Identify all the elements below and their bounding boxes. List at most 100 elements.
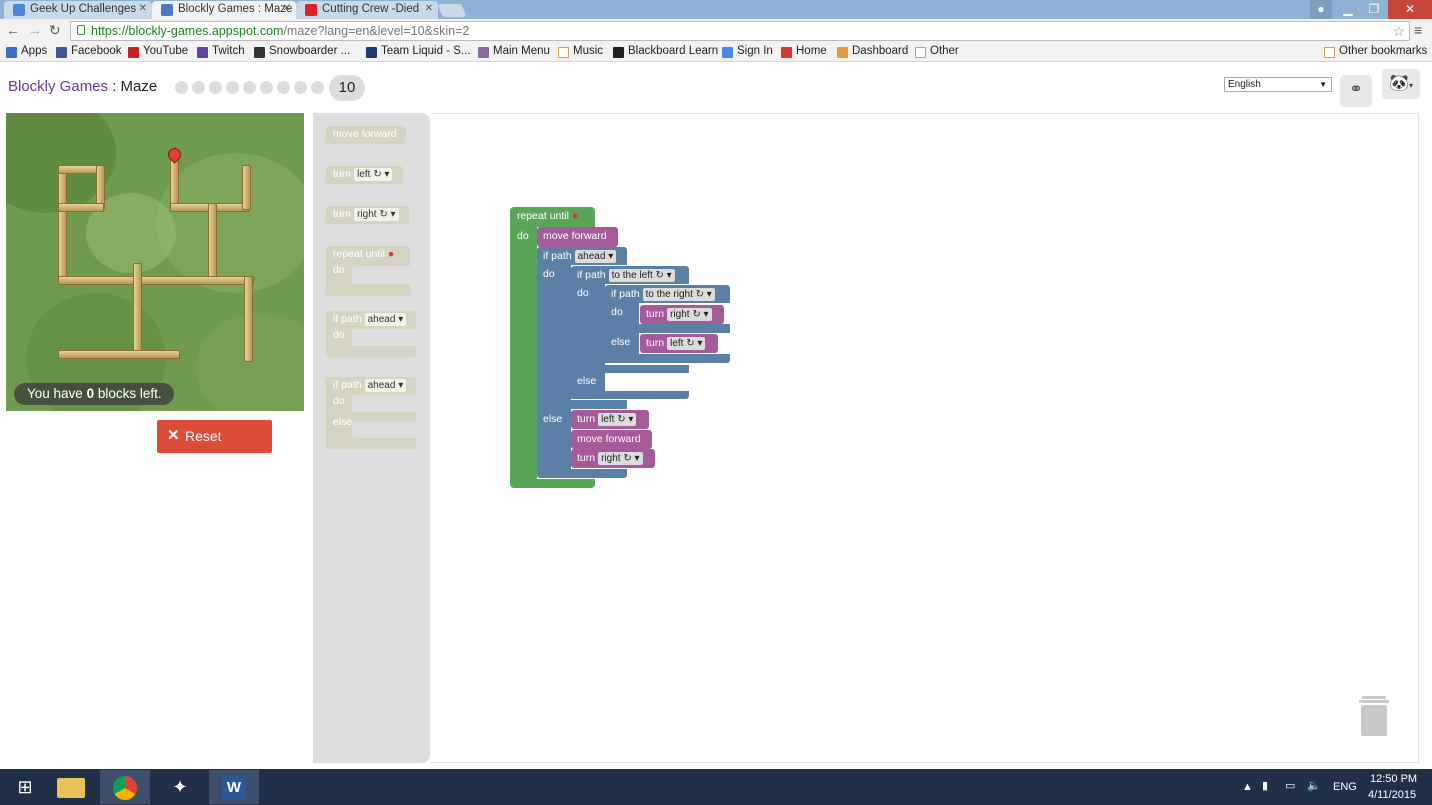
bookmark-apps[interactable]: Apps [6,45,47,58]
close-tab-icon[interactable]: ✕ [139,3,147,14]
bookmark-team-liquid-s[interactable]: Team Liquid - S... [366,45,470,58]
turn-right-block[interactable]: turn right ↻ ▾ [640,305,724,324]
close-tab-icon[interactable]: ✕ [425,3,433,14]
path-dropdown[interactable]: to the left ↻ ▾ [608,269,675,282]
if-path-left-body: do else [571,284,605,399]
direction-dropdown[interactable]: left ↻ ▾ [667,337,706,350]
current-level-badge[interactable]: 10 [329,75,365,101]
bookmark-twitch[interactable]: Twitch [197,45,245,58]
trash-icon[interactable] [1359,696,1389,736]
toolbox-turn-left-block[interactable]: turn left ↻ ▾ [326,166,403,184]
toolbox-if-path-block[interactable]: if path ahead ▾ do [326,311,418,357]
google-icon [722,47,733,58]
title-separator: : [108,78,121,95]
volume-icon[interactable]: 🔈 [1307,779,1321,792]
language-select[interactable]: English ▼ [1224,77,1332,92]
bookmark-snowboarder[interactable]: Snowboarder ... [254,45,350,58]
browser-toolbar: ← → ↻ https://blockly-games.appspot.com/… [0,19,1432,43]
tab-geek-up[interactable]: Geek Up Challenges ✕ [4,1,152,19]
bookmark-blackboard-learn[interactable]: Blackboard Learn [613,45,718,58]
direction-dropdown[interactable]: right ↻ ▾ [667,308,712,321]
direction-dropdown[interactable]: right ↻ ▾ [598,452,643,465]
if-path-left-bottom [571,391,689,399]
level-dot-9[interactable] [311,81,324,94]
reset-button[interactable]: ✕ Reset [157,420,272,453]
url-host: https://blockly-games.appspot.com [91,24,284,38]
path-dropdown[interactable]: ahead ▾ [574,250,617,263]
turn-left-block[interactable]: turn left ↻ ▾ [571,410,649,429]
level-dot-2[interactable] [192,81,205,94]
chrome-icon[interactable] [100,770,150,804]
word-icon[interactable]: W [209,770,259,804]
app-icon[interactable]: ✦ [155,770,205,804]
close-tab-icon[interactable]: ✕ [283,3,291,14]
bookmark-facebook[interactable]: Facebook [56,45,122,58]
toolbox-if-else-block[interactable]: if path ahead ▾ do else [326,377,418,449]
close-window-button[interactable]: ✕ [1388,0,1432,19]
network-icon[interactable]: ▭ [1285,779,1295,792]
address-bar[interactable]: https://blockly-games.appspot.com/maze?l… [70,21,1410,41]
chrome-menu-icon[interactable]: ≡ [1414,22,1422,38]
maximize-button[interactable]: ❐ [1362,0,1386,19]
link-button[interactable]: ⚭ [1340,75,1372,107]
bookmark-music[interactable]: Music [558,45,603,58]
repeat-until-body: do [510,227,537,479]
app-name-link[interactable]: Blockly Games [8,78,108,95]
repeat-until-block[interactable]: repeat until ● [510,207,595,227]
if-path-left-block[interactable]: if path to the left ↻ ▾ [571,266,689,284]
toolbox-repeat-until-block[interactable]: repeat until ● do [326,246,412,296]
move-forward-block[interactable]: move forward [537,227,618,247]
level-dot-1[interactable] [175,81,188,94]
direction-dropdown[interactable]: left ↻ ▾ [354,168,393,181]
reset-label: Reset [185,428,222,444]
folder-icon [558,47,569,58]
clock-date[interactable]: 4/11/2015 [1368,789,1416,801]
input-language[interactable]: ENG [1333,781,1357,793]
direction-dropdown[interactable]: right ↻ ▾ [354,208,399,221]
move-forward-block[interactable]: move forward [571,430,652,449]
tray-expand-icon[interactable]: ▲ [1242,781,1253,793]
bookmark-other[interactable]: Other [915,45,959,58]
goal-marker-icon: ● [387,248,395,260]
path-dropdown[interactable]: to the right ↻ ▾ [642,288,715,301]
level-dot-6[interactable] [260,81,273,94]
path-dropdown[interactable]: ahead ▾ [364,379,407,392]
minimize-button[interactable]: ▁ [1336,0,1360,19]
forward-icon[interactable]: → [28,22,42,38]
back-icon[interactable]: ← [6,22,20,38]
pegman-button[interactable]: 🐼▾ [1382,69,1420,99]
other-bookmarks-folder[interactable]: Other bookmarks [1324,45,1427,58]
bookmark-sign-in[interactable]: Sign In [722,45,773,58]
bookmark-main-menu[interactable]: Main Menu [478,45,550,58]
toolbox-turn-right-block[interactable]: turn right ↻ ▾ [326,206,409,224]
user-profile-icon[interactable]: ● [1310,0,1332,19]
bookmark-dashboard[interactable]: Dashboard [837,45,908,58]
windows-start-icon[interactable]: ⊞ [0,770,50,804]
reload-icon[interactable]: ↻ [49,22,61,39]
level-dot-4[interactable] [226,81,239,94]
turn-left-block[interactable]: turn left ↻ ▾ [640,334,718,353]
turn-right-block[interactable]: turn right ↻ ▾ [571,449,655,468]
lock-icon [77,25,85,35]
tab-cutting-crew[interactable]: Cutting Crew -Died ✕ [296,1,438,19]
bookmark-youtube[interactable]: YouTube [128,45,188,58]
level-dot-3[interactable] [209,81,222,94]
clock-time[interactable]: 12:50 PM [1370,773,1417,785]
if-path-right-bottom [605,354,730,363]
level-dot-5[interactable] [243,81,256,94]
if-path-right-block[interactable]: if path to the right ↻ ▾ [605,285,730,303]
level-dot-7[interactable] [277,81,290,94]
bookmark-star-icon[interactable]: ☆ [1392,22,1405,40]
new-tab-button[interactable] [437,4,467,17]
power-icon[interactable]: ▮ [1262,779,1268,792]
direction-dropdown[interactable]: left ↻ ▾ [598,413,637,426]
maze-path [133,263,142,353]
bookmark-home[interactable]: Home [781,45,827,58]
path-dropdown[interactable]: ahead ▾ [364,313,407,326]
if-path-ahead-block[interactable]: if path ahead ▾ [537,247,627,265]
maze-path [242,165,251,210]
file-explorer-icon[interactable] [46,770,96,804]
level-dot-8[interactable] [294,81,307,94]
tab-blockly-games[interactable]: Blockly Games : Maze ✕ [152,1,296,19]
toolbox-move-forward-block[interactable]: move forward [326,126,406,144]
